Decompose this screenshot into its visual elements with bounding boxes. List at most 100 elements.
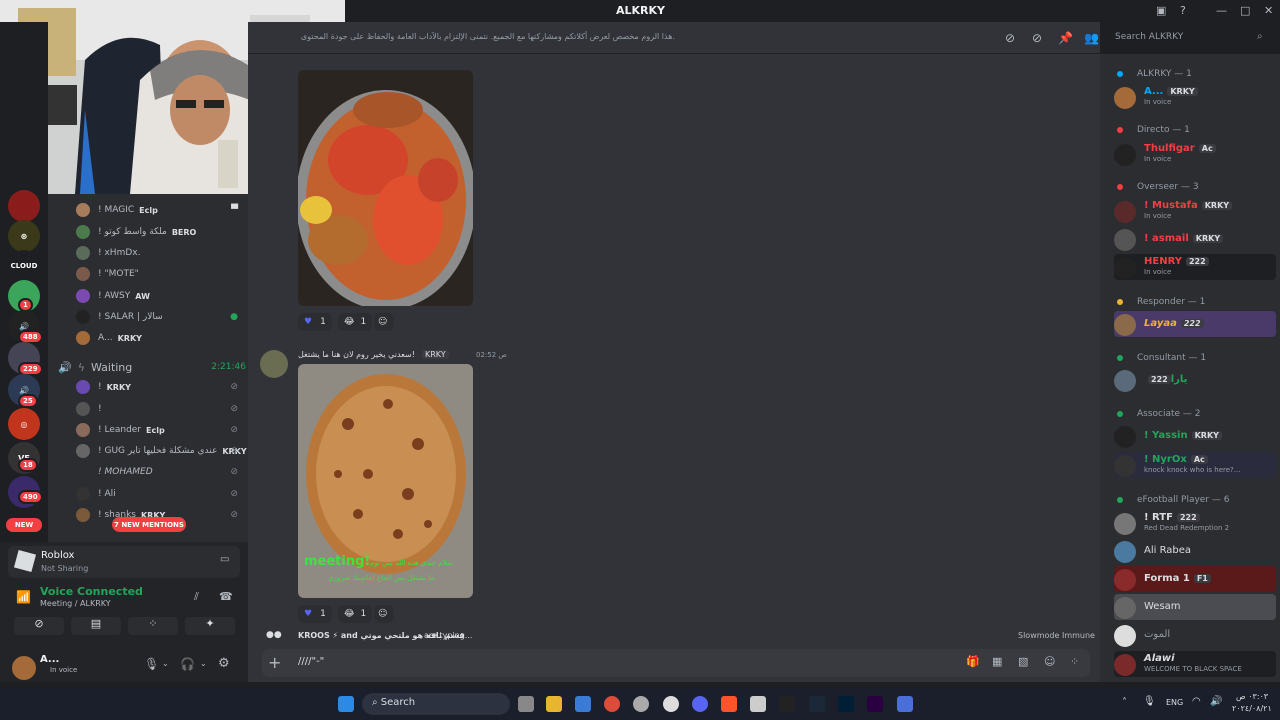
channel-topic[interactable]: هذا الروم مخصص لعرض أكلاتكم ومشاركتها مع… [301, 32, 675, 41]
activity-card[interactable]: Roblox Not Sharing ▭ [8, 546, 240, 578]
obs-icon[interactable] [633, 696, 649, 712]
activities-button[interactable]: ⁘ [128, 617, 178, 635]
member-item[interactable]: Ali Rabea [1114, 538, 1272, 564]
member-item[interactable]: ! Mustafa KRKY In voice [1114, 198, 1272, 224]
threads-icon[interactable]: ⊘ [1005, 31, 1015, 45]
guild-icon[interactable]: ◎ [8, 408, 40, 440]
member-item[interactable]: ! Yassin KRKY [1114, 423, 1272, 449]
gif-icon[interactable]: ▦ [992, 655, 1002, 668]
member-item[interactable]: HENRY 222 In voice [1114, 254, 1276, 280]
app-icon[interactable] [750, 696, 766, 712]
file-explorer-icon[interactable] [546, 696, 562, 712]
discord-icon[interactable] [692, 696, 708, 712]
voice-member[interactable]: ! KRKY ⊘ [76, 377, 246, 397]
avatar[interactable] [260, 350, 288, 378]
steam-icon[interactable] [809, 696, 825, 712]
message-author[interactable]: سعدني يخير روم لان هنا ما يشتغل! [298, 350, 415, 359]
wifi-icon[interactable]: ◠ [1192, 696, 1201, 707]
guild-icon[interactable] [8, 190, 40, 222]
message-input[interactable]: + ////"-" 🎁 ▦ ▧ ☺ ⁘ [262, 649, 1090, 677]
chevron-up-icon[interactable]: ˄ [1122, 697, 1127, 708]
disconnect-icon[interactable]: ☎ [219, 590, 233, 603]
member-item[interactable]: الموت [1114, 622, 1272, 648]
voice-member[interactable]: ! MAGIC Eclp ▀ [76, 200, 246, 220]
member-item[interactable]: ! RTF 222 Red Dead Redemption 2 [1114, 510, 1272, 536]
apps-icon[interactable]: ⁘ [1070, 655, 1079, 668]
chrome-icon[interactable] [604, 696, 620, 712]
member-item[interactable]: A... KRKY In voice [1114, 84, 1272, 110]
member-item[interactable]: يارا222 [1114, 367, 1272, 393]
share-screen-icon[interactable]: ▭ [220, 554, 229, 565]
reaction-button[interactable]: 😂 1 [338, 605, 373, 623]
search-input[interactable]: Search ALKRKY [1109, 28, 1272, 48]
minimize-icon[interactable]: — [1216, 4, 1227, 17]
member-item[interactable]: Alawi WELCOME TO BLACK SPACE [1114, 651, 1276, 677]
voice-member[interactable]: ! SALAR | سالار ● [76, 307, 246, 327]
chevron-down-icon[interactable]: ⌄ [200, 659, 207, 668]
photoshop-icon[interactable] [838, 696, 854, 712]
avatar[interactable] [12, 656, 36, 680]
notification-bell-icon[interactable]: ⊘ [1032, 31, 1042, 45]
task-view-icon[interactable] [518, 696, 534, 712]
taskbar-search[interactable]: ⌕ Search [362, 693, 510, 715]
reaction-button[interactable]: ♥ 1 [298, 313, 332, 331]
voice-member[interactable]: ! ملكة واسط كوتو BERO [76, 222, 246, 242]
language-indicator[interactable]: ENG [1166, 698, 1183, 707]
voice-member[interactable]: ! MOHAMED ⊘ [76, 462, 246, 482]
store-icon[interactable] [575, 696, 591, 712]
screen-share-button[interactable]: ▤ [71, 617, 121, 635]
member-item[interactable]: Wesam [1114, 594, 1276, 620]
voice-member[interactable]: ! GUG عندي مشكلة فحليها تاير KRKY ⊘ [76, 441, 247, 461]
volume-icon[interactable]: 🔊 [1210, 696, 1222, 707]
settings-gear-icon[interactable]: ⚙ [218, 656, 230, 671]
add-attachment-icon[interactable]: + [268, 653, 281, 672]
guild-icon[interactable]: CLOUD [8, 250, 40, 282]
chevron-down-icon[interactable]: ⌄ [162, 659, 169, 668]
clock-time[interactable]: ٠٣:٠٣ ص [1236, 692, 1268, 701]
voice-member[interactable]: ! Leander Eclp ⊘ [76, 420, 246, 440]
app-icon[interactable] [663, 696, 679, 712]
pin-icon[interactable]: 📌 [1058, 31, 1073, 45]
camera-off-button[interactable]: ⊘ [14, 617, 64, 635]
voice-member[interactable]: ! "MOTE" [76, 264, 246, 284]
brave-icon[interactable] [721, 696, 737, 712]
new-mentions-pill[interactable]: 7 NEW MENTIONS [112, 517, 186, 532]
add-reaction-icon[interactable]: ☺ [374, 313, 394, 331]
new-badge[interactable]: NEW [6, 518, 42, 532]
soundboard-button[interactable]: ✦ [185, 617, 235, 635]
member-list-icon[interactable]: 👥 [1084, 31, 1099, 45]
reaction-button[interactable]: ♥ 1 [298, 605, 332, 623]
member-item[interactable]: Thulfigar Ac In voice [1114, 141, 1272, 167]
message-image[interactable] [298, 70, 473, 306]
voice-member[interactable]: A... KRKY [76, 328, 246, 348]
voice-member[interactable]: ! xHmDx. [76, 243, 246, 263]
voice-channel-waiting[interactable]: 🔊 ϟ Waiting 2:21:46 [58, 358, 246, 376]
voice-member[interactable]: ! ⊘ [76, 399, 246, 419]
help-icon[interactable]: ? [1180, 4, 1186, 17]
gift-icon[interactable]: 🎁 [966, 655, 980, 668]
premiere-icon[interactable] [867, 696, 883, 712]
inbox-icon[interactable]: ▣ [1156, 4, 1166, 17]
add-reaction-icon[interactable]: ☺ [374, 605, 394, 623]
member-item[interactable]: ! NyrOx Ac knock knock who is here?... [1114, 452, 1276, 478]
message-image[interactable]: meeting! سلام عندي هذه الله بس نوم ما يش… [298, 364, 473, 598]
guild-icon[interactable]: ⊛ [8, 220, 40, 252]
noise-suppression-icon[interactable]: ⫽ [194, 590, 199, 604]
reaction-button[interactable]: 😂 1 [338, 313, 373, 331]
headphones-icon[interactable]: 🎧 [180, 657, 195, 671]
member-item[interactable]: Layaa 222 [1114, 311, 1276, 337]
microphone-icon[interactable]: 🎙 [1143, 696, 1156, 707]
capcut-icon[interactable] [779, 696, 795, 712]
start-icon[interactable] [338, 696, 354, 712]
clock-date[interactable]: ٢٠٢٤/٠٨/٢١ [1232, 704, 1272, 713]
sticker-icon[interactable]: ▧ [1018, 655, 1028, 668]
maximize-icon[interactable]: □ [1240, 4, 1250, 17]
voice-member[interactable]: ! AWSY AW [76, 286, 246, 306]
member-item[interactable]: ! asmail KRKY [1114, 226, 1272, 252]
app-icon[interactable] [897, 696, 913, 712]
voice-member[interactable]: ! Ali ⊘ [76, 484, 246, 504]
emoji-icon[interactable]: ☺ [1044, 655, 1055, 668]
member-item[interactable]: Forma 1 F1 [1114, 566, 1276, 592]
microphone-icon[interactable]: 🎙 [144, 657, 159, 671]
close-icon[interactable]: ✕ [1264, 4, 1273, 17]
